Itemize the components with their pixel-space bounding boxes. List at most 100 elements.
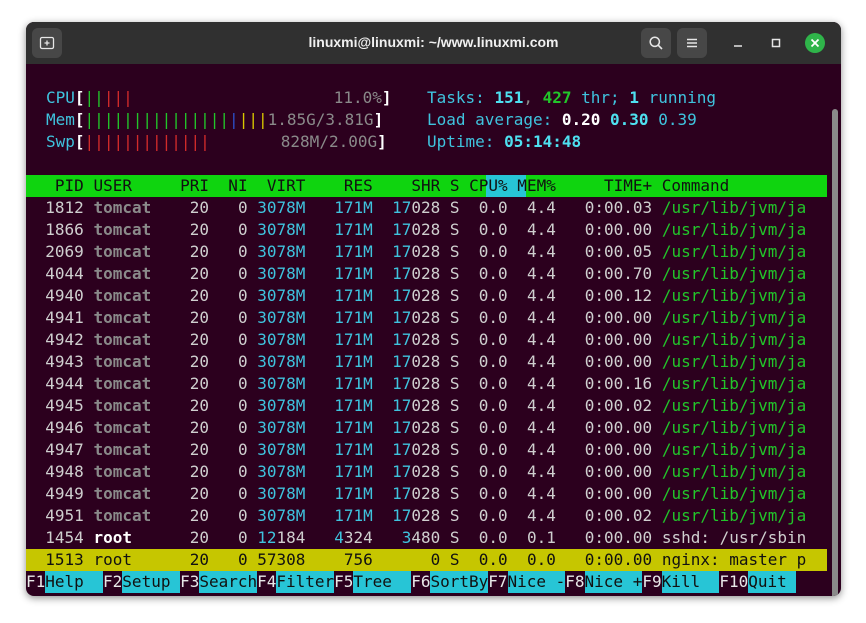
table-row[interactable]: 4941 tomcat 20 0 3078M 171M 17028 S 0.0 … — [26, 307, 806, 329]
fkey-label-f6[interactable]: SortBy — [430, 571, 489, 593]
command-cell: /usr/lib/jvm/ja — [661, 374, 807, 393]
close-icon — [805, 33, 825, 53]
fkey-label-f4[interactable]: Filter — [276, 571, 335, 593]
table-row[interactable]: 4944 tomcat 20 0 3078M 171M 17028 S 0.0 … — [26, 373, 806, 395]
close-button[interactable] — [804, 32, 826, 54]
state-cell: S — [449, 308, 470, 327]
res-cell: 171M — [315, 220, 383, 239]
ni-cell: 0 — [218, 528, 258, 547]
fkey-f5[interactable]: F5 — [334, 571, 353, 593]
pid-cell: 4951 — [26, 506, 94, 525]
menu-button[interactable] — [677, 28, 707, 58]
pri-cell: 20 — [180, 330, 219, 349]
fkey-f7[interactable]: F7 — [488, 571, 507, 593]
table-row[interactable]: 2069 tomcat 20 0 3078M 171M 17028 S 0.0 … — [26, 241, 806, 263]
time-cell: 0:00.03 — [565, 198, 662, 217]
virt-cell: 3078M — [257, 264, 315, 283]
shr-cell-tail: 028 — [411, 220, 450, 239]
table-row[interactable]: 4948 tomcat 20 0 3078M 171M 17028 S 0.0 … — [26, 461, 806, 483]
pid-cell: 1513 — [26, 550, 94, 569]
table-row[interactable]: 1866 tomcat 20 0 3078M 171M 17028 S 0.0 … — [26, 219, 806, 241]
res-cell: 171M — [315, 418, 383, 437]
table-row[interactable]: 1454 root 20 0 12184 4324 3480 S 0.0 0.1… — [26, 527, 806, 549]
res-cell-tail: 324 — [343, 528, 383, 547]
command-cell: /usr/lib/jvm/ja — [661, 396, 807, 415]
state-cell: S — [449, 198, 470, 217]
minimize-button[interactable] — [727, 32, 749, 54]
time-cell: 0:00.00 — [565, 550, 662, 569]
fkey-label-f7[interactable]: Nice - — [507, 571, 566, 593]
scrollbar[interactable] — [832, 109, 838, 596]
pri-cell: 20 — [180, 198, 219, 217]
column-header-shr: SHR — [382, 176, 450, 195]
table-row[interactable]: 4947 tomcat 20 0 3078M 171M 17028 S 0.0 … — [26, 439, 806, 461]
fkey-f4[interactable]: F4 — [257, 571, 276, 593]
virt-cell-tail: 184 — [276, 528, 315, 547]
ni-cell: 0 — [218, 462, 258, 481]
fkey-label-f3[interactable]: Search — [199, 571, 258, 593]
pri-cell: 20 — [180, 242, 219, 261]
table-row[interactable]: 4044 tomcat 20 0 3078M 171M 17028 S 0.0 … — [26, 263, 806, 285]
fkey-f6[interactable]: F6 — [411, 571, 430, 593]
table-row[interactable]: 4949 tomcat 20 0 3078M 171M 17028 S 0.0 … — [26, 483, 806, 505]
pri-cell: 20 — [180, 286, 219, 305]
res-cell: 171M — [315, 330, 383, 349]
fkey-label-f9[interactable]: Kill — [661, 571, 720, 593]
cpu-cell: 0.0 — [469, 440, 518, 459]
ni-cell: 0 — [218, 484, 258, 503]
table-row[interactable]: 4943 tomcat 20 0 3078M 171M 17028 S 0.0 … — [26, 351, 806, 373]
pid-cell: 1812 — [26, 198, 94, 217]
selected-process-row[interactable]: 1513 root 20 0 57308 756 0 S 0.0 0.0 0:0… — [26, 549, 806, 571]
user-cell: tomcat — [93, 396, 181, 415]
shr-cell-tail: 028 — [411, 484, 450, 503]
table-row[interactable]: 4940 tomcat 20 0 3078M 171M 17028 S 0.0 … — [26, 285, 806, 307]
fkey-f1[interactable]: F1 — [26, 571, 45, 593]
pid-cell: 4949 — [26, 484, 94, 503]
pid-cell: 4945 — [26, 396, 94, 415]
fkey-label-f5[interactable]: Tree — [353, 571, 412, 593]
shr-cell-tail: 028 — [411, 396, 450, 415]
shr-cell: 17 — [382, 484, 412, 503]
res-cell: 171M — [315, 484, 383, 503]
state-cell: S — [449, 264, 470, 283]
table-row[interactable]: 4945 tomcat 20 0 3078M 171M 17028 S 0.0 … — [26, 395, 806, 417]
user-cell: tomcat — [93, 308, 181, 327]
table-row[interactable]: 4946 tomcat 20 0 3078M 171M 17028 S 0.0 … — [26, 417, 806, 439]
state-cell: S — [449, 440, 470, 459]
shr-cell: 3 — [382, 528, 412, 547]
pid-cell: 1454 — [26, 528, 94, 547]
fkey-label-f8[interactable]: Nice + — [584, 571, 643, 593]
fkey-label-f1[interactable]: Help — [45, 571, 104, 593]
mem-cell: 4.4 — [517, 396, 566, 415]
terminal-area[interactable]: CPU[||||| 11.0%] Tasks: 151, 427 thr; 1 r… — [26, 64, 841, 596]
fkey-f2[interactable]: F2 — [103, 571, 122, 593]
ni-cell: 0 — [218, 374, 258, 393]
cpu-cell: 0.0 — [469, 506, 518, 525]
search-button[interactable] — [641, 28, 671, 58]
fkey-f9[interactable]: F9 — [642, 571, 661, 593]
time-cell: 0:00.00 — [565, 418, 662, 437]
pid-cell: 4944 — [26, 374, 94, 393]
fkey-label-f2[interactable]: Setup — [122, 571, 181, 593]
fkey-f3[interactable]: F3 — [180, 571, 199, 593]
maximize-button[interactable] — [765, 32, 787, 54]
cpu-cell: 0.0 — [469, 396, 518, 415]
column-header-mem: MEM% — [507, 176, 566, 195]
time-cell: 0:00.00 — [565, 308, 662, 327]
fkey-label-f10[interactable]: Quit — [748, 571, 797, 593]
table-row[interactable]: 4951 tomcat 20 0 3078M 171M 17028 S 0.0 … — [26, 505, 806, 527]
shr-cell: 17 — [382, 440, 412, 459]
fkey-f8[interactable]: F8 — [565, 571, 584, 593]
pid-cell: 2069 — [26, 242, 94, 261]
shr-cell: 17 — [382, 462, 412, 481]
fkey-f10[interactable]: F10 — [719, 571, 748, 593]
ni-cell: 0 — [218, 242, 258, 261]
cpu-cell: 0.0 — [469, 220, 518, 239]
shr-cell: 17 — [382, 308, 412, 327]
pid-cell: 4948 — [26, 462, 94, 481]
column-header-pid: PID — [26, 176, 94, 195]
pri-cell: 20 — [180, 418, 219, 437]
table-row[interactable]: 1812 tomcat 20 0 3078M 171M 17028 S 0.0 … — [26, 197, 806, 219]
state-cell: S — [449, 462, 470, 481]
table-row[interactable]: 4942 tomcat 20 0 3078M 171M 17028 S 0.0 … — [26, 329, 806, 351]
